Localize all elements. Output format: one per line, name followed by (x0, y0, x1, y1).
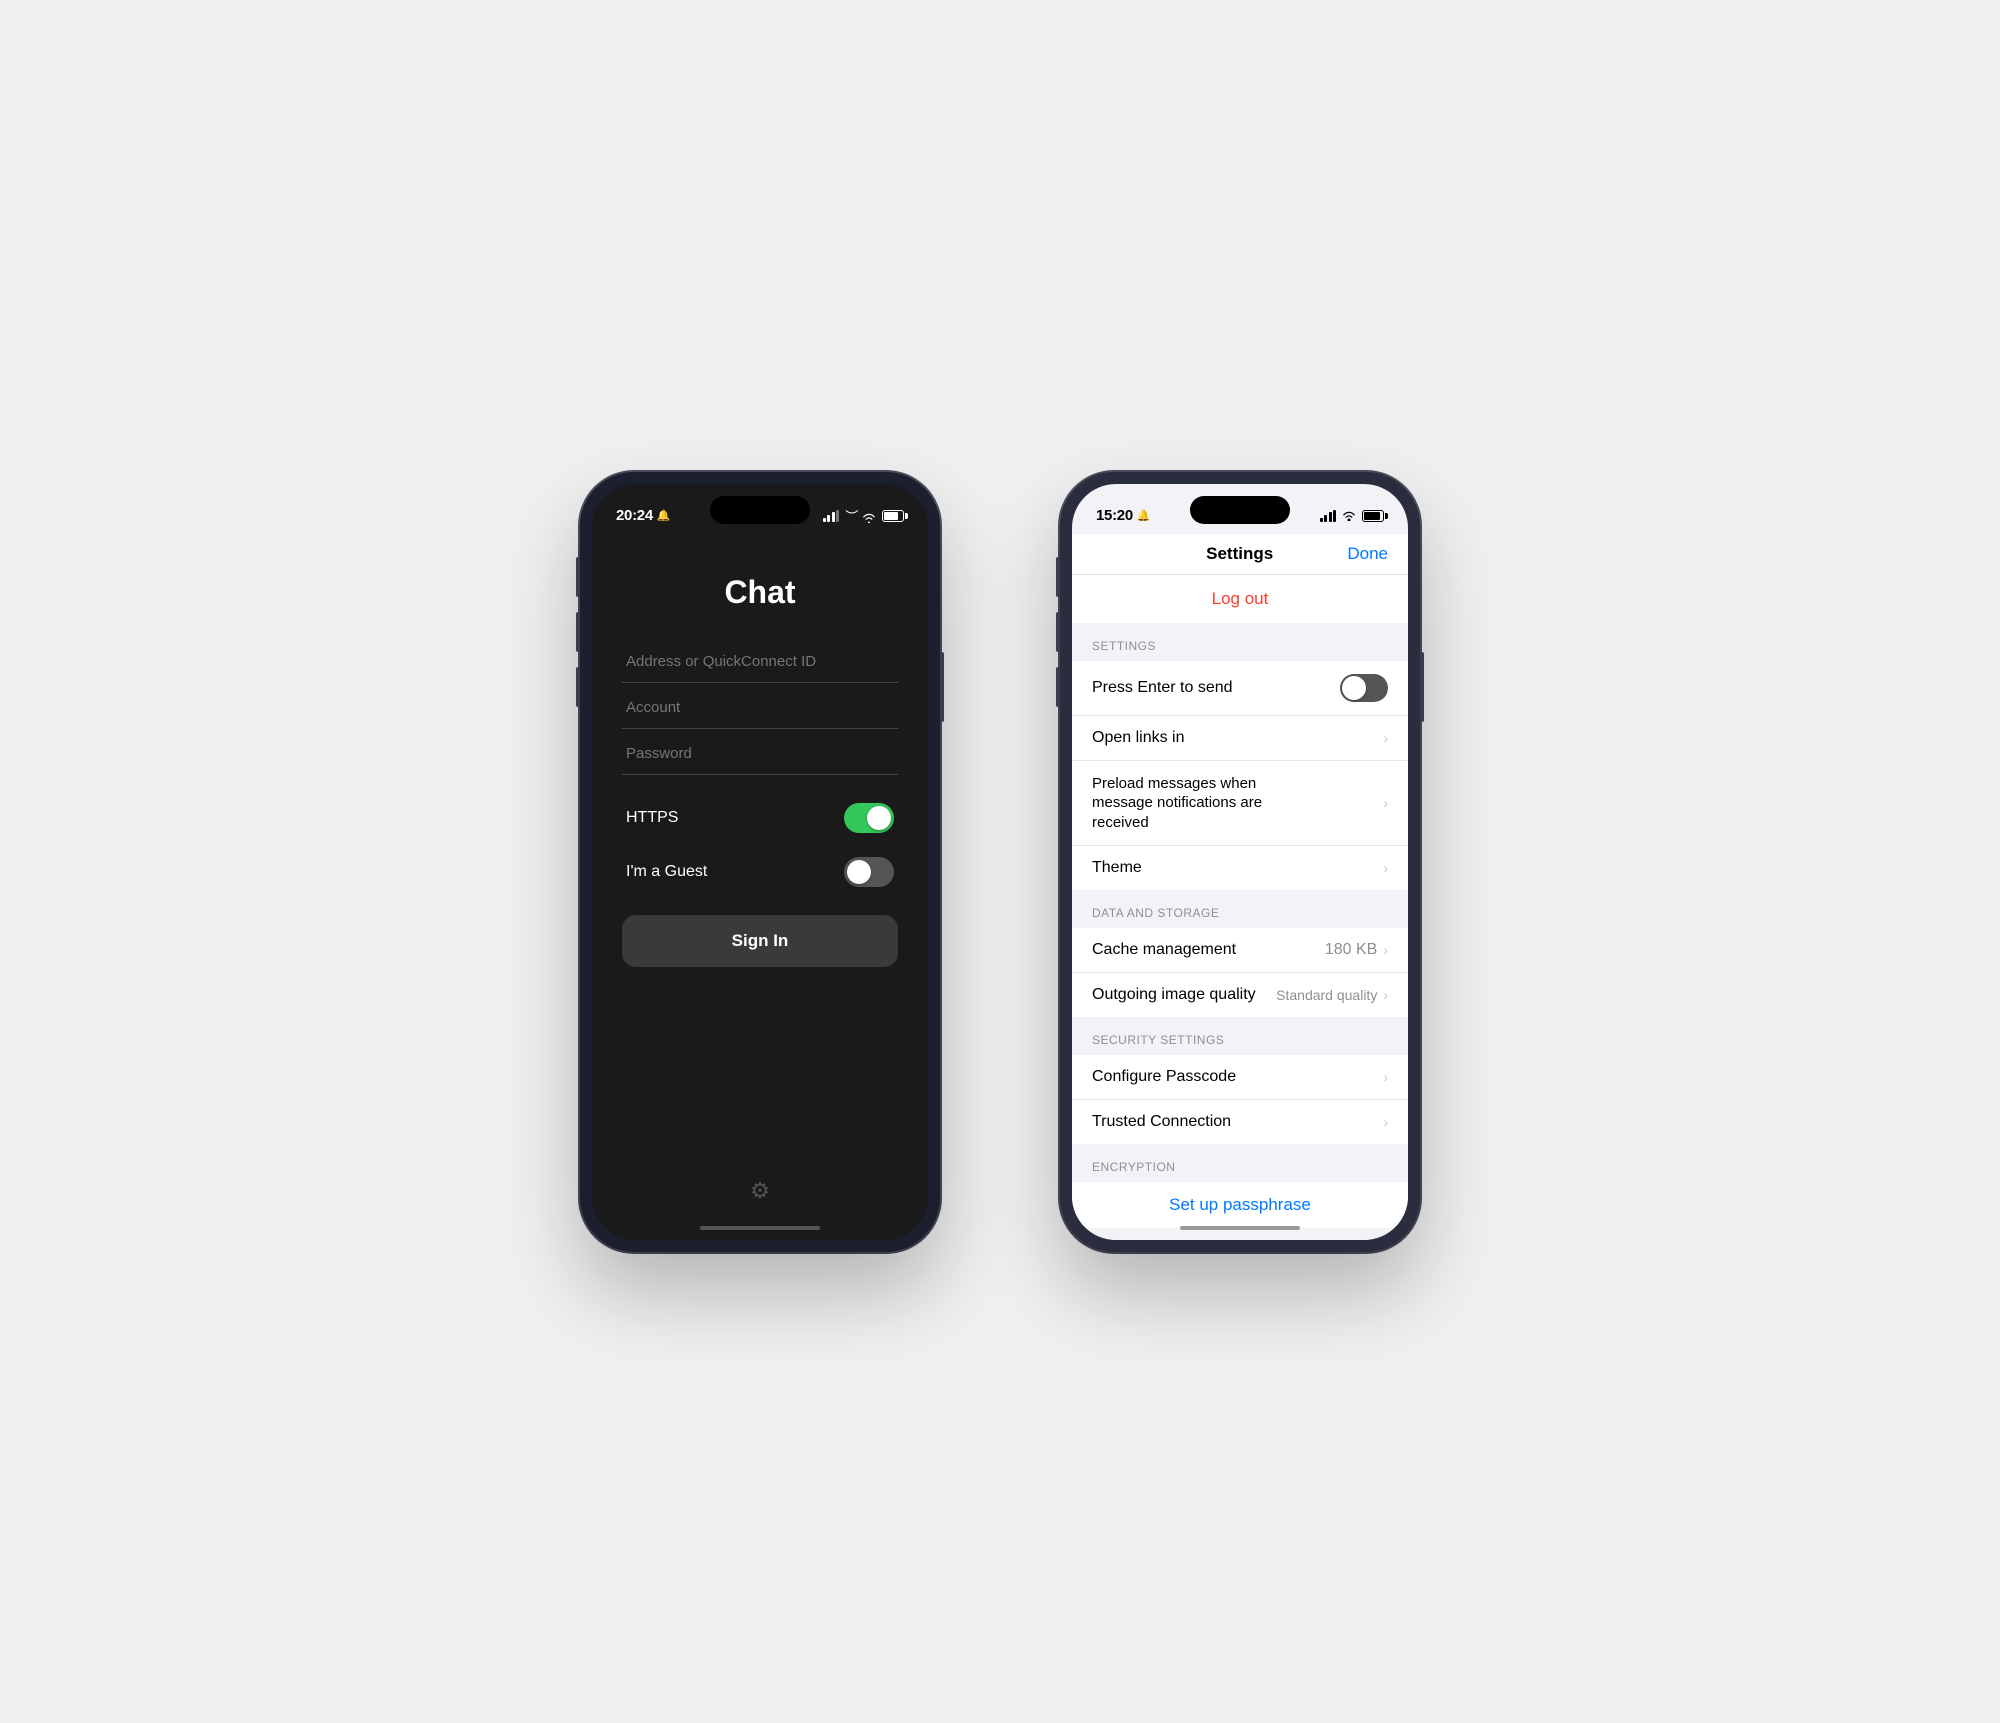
press-enter-label: Press Enter to send (1092, 679, 1340, 697)
data-storage-section: DATA AND STORAGE Cache management 180 KB… (1072, 890, 1408, 1017)
guest-row: I'm a Guest (622, 845, 898, 899)
dynamic-island (710, 496, 810, 524)
https-toggle[interactable] (844, 803, 894, 833)
chevron-preload: › (1383, 795, 1388, 811)
battery-icon-dark (882, 510, 904, 522)
signal-bar-1 (823, 518, 826, 522)
gear-icon[interactable]: ⚙ (750, 1178, 770, 1204)
wifi-icon-light (1342, 510, 1356, 521)
guest-label: I'm a Guest (626, 863, 707, 881)
logout-button[interactable]: Log out (1212, 589, 1269, 609)
settings-title: Settings (1206, 544, 1273, 564)
encryption-section-header: ENCRYPTION (1072, 1144, 1408, 1182)
settings-section-header: SETTINGS (1072, 623, 1408, 661)
notification-bell-light: 🔔 (1137, 509, 1151, 522)
status-time-light: 15:20 (1096, 507, 1133, 524)
configure-passcode-row[interactable]: Configure Passcode › (1072, 1055, 1408, 1100)
settings-done-button[interactable]: Done (1347, 544, 1388, 564)
chevron-passcode: › (1383, 1069, 1388, 1085)
outgoing-image-value: Standard quality (1276, 987, 1377, 1003)
encryption-section: ENCRYPTION Set up passphrase (1072, 1144, 1408, 1228)
password-input[interactable] (622, 733, 898, 775)
encryption-group: Set up passphrase (1072, 1182, 1408, 1228)
cache-value: 180 KB (1325, 941, 1377, 959)
address-input[interactable] (622, 641, 898, 683)
settings-section: SETTINGS Press Enter to send Open links … (1072, 623, 1408, 891)
theme-label: Theme (1092, 859, 1383, 877)
preload-messages-label: Preload messages when message notificati… (1092, 774, 1312, 833)
sign-in-button[interactable]: Sign In (622, 915, 898, 967)
status-icons-dark: ︶ (823, 506, 904, 525)
outgoing-image-row[interactable]: Outgoing image quality Standard quality … (1072, 973, 1408, 1017)
configure-passcode-label: Configure Passcode (1092, 1068, 1383, 1086)
security-group: Configure Passcode › Trusted Connection … (1072, 1055, 1408, 1144)
set-passphrase-row[interactable]: Set up passphrase (1072, 1182, 1408, 1228)
wifi-icon-dark: ︶ (845, 506, 876, 525)
chevron-cache: › (1383, 942, 1388, 958)
chat-title: Chat (622, 574, 898, 611)
signal-bar-l1 (1320, 518, 1323, 522)
trusted-connection-row[interactable]: Trusted Connection › (1072, 1100, 1408, 1144)
signal-bars-light (1320, 510, 1337, 522)
battery-fill-light (1364, 512, 1380, 520)
cache-management-label: Cache management (1092, 941, 1325, 959)
home-indicator-light (1180, 1226, 1300, 1230)
data-storage-header: DATA AND STORAGE (1072, 890, 1408, 928)
https-label: HTTPS (626, 809, 678, 827)
account-input[interactable] (622, 687, 898, 729)
battery-icon-light (1362, 510, 1384, 522)
screen-light: 15:20 🔔 (1072, 484, 1408, 1240)
notification-bell-dark: 🔔 (657, 509, 671, 522)
battery-fill-dark (884, 512, 898, 520)
settings-content: Log out SETTINGS Press Enter to send (1072, 575, 1408, 1240)
signal-bar-l2 (1324, 515, 1327, 522)
status-icons-light (1320, 510, 1385, 522)
chevron-theme: › (1383, 860, 1388, 876)
screen-dark: 20:24 🔔 ︶ (592, 484, 928, 1240)
signal-bars-dark (823, 510, 840, 522)
phone-light: 15:20 🔔 (1060, 472, 1420, 1252)
signal-bar-2 (827, 515, 830, 522)
signal-bar-4 (836, 510, 839, 522)
security-section-header: SECURITY SETTINGS (1072, 1017, 1408, 1055)
guest-toggle-knob (847, 860, 871, 884)
set-passphrase-button[interactable]: Set up passphrase (1169, 1195, 1311, 1215)
theme-row[interactable]: Theme › (1072, 846, 1408, 890)
phone-dark: 20:24 🔔 ︶ (580, 472, 940, 1252)
press-enter-row[interactable]: Press Enter to send (1072, 661, 1408, 716)
outgoing-image-label: Outgoing image quality (1092, 986, 1276, 1004)
security-section: SECURITY SETTINGS Configure Passcode › T… (1072, 1017, 1408, 1144)
chevron-open-links: › (1383, 730, 1388, 746)
data-storage-group: Cache management 180 KB › Outgoing image… (1072, 928, 1408, 1017)
https-toggle-knob (867, 806, 891, 830)
guest-toggle[interactable] (844, 857, 894, 887)
signal-bar-l3 (1329, 512, 1332, 522)
https-row: HTTPS (622, 791, 898, 845)
cache-management-row[interactable]: Cache management 180 KB › (1072, 928, 1408, 973)
settings-screen: Settings Done Log out SETTINGS Press Ent… (1072, 534, 1408, 1240)
press-enter-toggle-knob (1342, 676, 1366, 700)
dynamic-island-light (1190, 496, 1290, 524)
chevron-outgoing: › (1383, 987, 1388, 1003)
preload-messages-row[interactable]: Preload messages when message notificati… (1072, 761, 1408, 847)
press-enter-toggle[interactable] (1340, 674, 1388, 702)
status-time-dark: 20:24 (616, 507, 653, 524)
settings-group: Press Enter to send Open links in › Prel… (1072, 661, 1408, 891)
settings-header: Settings Done (1072, 534, 1408, 575)
open-links-label: Open links in (1092, 729, 1383, 747)
signal-bar-l4 (1333, 510, 1336, 522)
trusted-connection-label: Trusted Connection (1092, 1113, 1383, 1131)
open-links-row[interactable]: Open links in › (1072, 716, 1408, 761)
chevron-trusted: › (1383, 1114, 1388, 1130)
chat-content: Chat HTTPS I'm a Guest Sign In (592, 534, 928, 1240)
logout-section: Log out (1072, 575, 1408, 623)
home-indicator-dark (700, 1226, 820, 1230)
signal-bar-3 (832, 512, 835, 522)
